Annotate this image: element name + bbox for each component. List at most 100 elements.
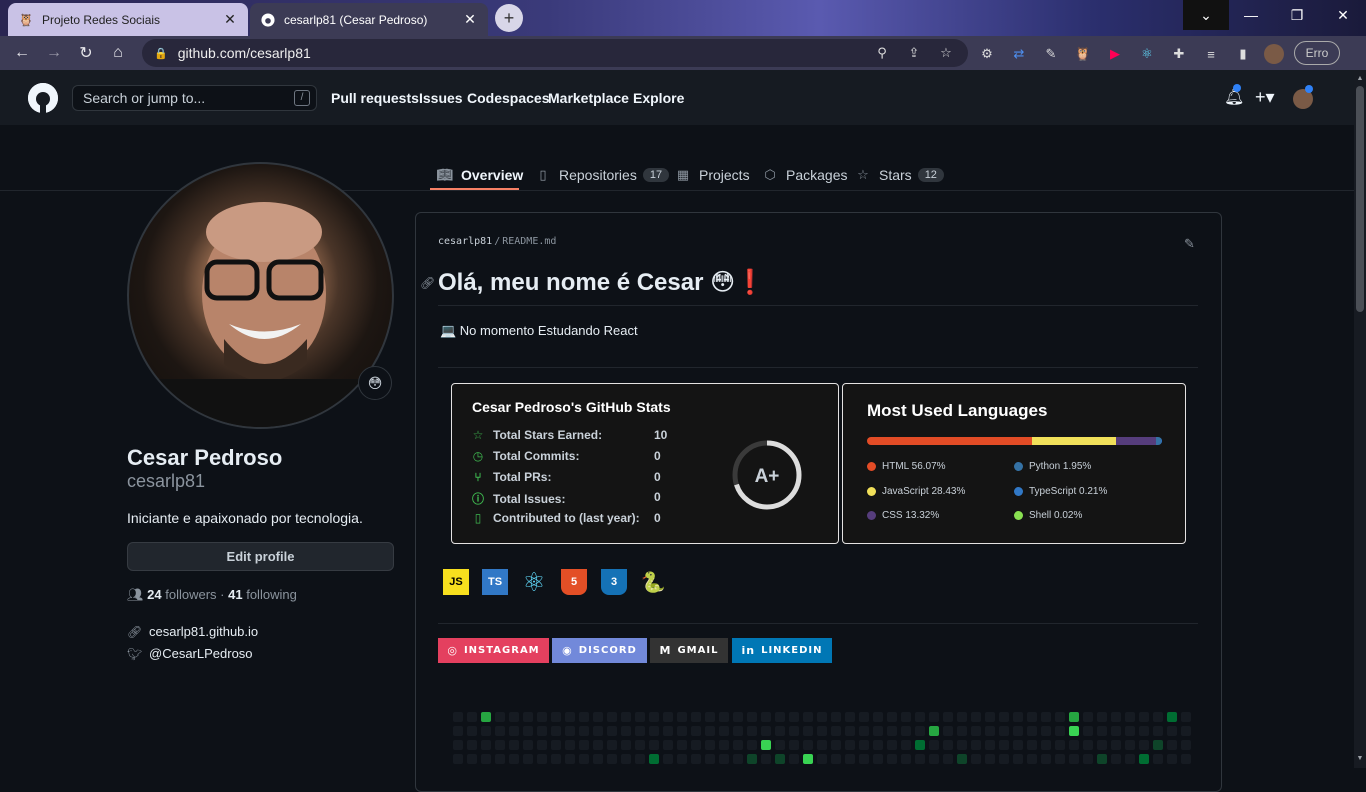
contribution-cell[interactable] [1013, 726, 1023, 736]
contribution-cell[interactable] [719, 754, 729, 764]
contribution-cell[interactable] [985, 712, 995, 722]
contribution-cell[interactable] [803, 712, 813, 722]
contribution-cell[interactable] [565, 754, 575, 764]
contribution-cell[interactable] [621, 712, 631, 722]
contribution-cell[interactable] [775, 726, 785, 736]
contribution-cell[interactable] [929, 712, 939, 722]
extension-react-icon[interactable]: ⚛ [1137, 44, 1157, 64]
contribution-cell[interactable] [873, 712, 883, 722]
extension-gear-icon[interactable]: ⚙ [977, 44, 997, 64]
contribution-cell[interactable] [1083, 740, 1093, 750]
contribution-cell[interactable] [831, 754, 841, 764]
contribution-cell[interactable] [453, 740, 463, 750]
contribution-cell[interactable] [1097, 754, 1107, 764]
contribution-cell[interactable] [593, 754, 603, 764]
contribution-cell[interactable] [1139, 740, 1149, 750]
contribution-cell[interactable] [985, 726, 995, 736]
contribution-cell[interactable] [495, 754, 505, 764]
contribution-cell[interactable] [509, 726, 519, 736]
contribution-cell[interactable] [859, 712, 869, 722]
contribution-cell[interactable] [761, 726, 771, 736]
contribution-cell[interactable] [481, 726, 491, 736]
contribution-cell[interactable] [831, 726, 841, 736]
contribution-cell[interactable] [467, 740, 477, 750]
profile-avatar-icon[interactable] [1264, 44, 1284, 64]
contribution-cell[interactable] [1055, 740, 1065, 750]
browser-tab-projeto[interactable]: 🦉 Projeto Redes Sociais ✕ [8, 3, 248, 36]
contribution-cell[interactable] [691, 726, 701, 736]
contribution-cell[interactable] [565, 712, 575, 722]
contribution-cell[interactable] [985, 754, 995, 764]
back-arrow-icon[interactable]: ← [10, 41, 34, 65]
window-close-icon[interactable]: ✕ [1320, 0, 1366, 30]
contribution-cell[interactable] [551, 712, 561, 722]
contribution-cell[interactable] [621, 740, 631, 750]
contribution-cell[interactable] [579, 754, 589, 764]
browser-tab-github[interactable]: cesarlp81 (Cesar Pedroso) ✕ [250, 3, 488, 36]
twitter-link[interactable]: 🐦︎ @CesarLPedroso [127, 646, 253, 661]
contribution-cell[interactable] [1153, 754, 1163, 764]
bookmark-star-icon[interactable]: ☆ [937, 44, 955, 62]
reload-icon[interactable]: ↻ [74, 41, 98, 65]
contribution-cell[interactable] [481, 740, 491, 750]
contribution-cell[interactable] [1139, 726, 1149, 736]
contribution-cell[interactable] [453, 754, 463, 764]
minimize-icon[interactable]: — [1228, 0, 1274, 30]
contribution-cell[interactable] [845, 754, 855, 764]
contribution-cell[interactable] [663, 740, 673, 750]
contribution-cell[interactable] [467, 754, 477, 764]
contribution-cell[interactable] [593, 740, 603, 750]
contribution-cell[interactable] [537, 740, 547, 750]
contribution-cell[interactable] [565, 726, 575, 736]
contribution-cell[interactable] [845, 726, 855, 736]
contribution-cell[interactable] [901, 726, 911, 736]
address-bar[interactable]: 🔒 github.com/cesarlp81 [142, 39, 968, 67]
contribution-cell[interactable] [1111, 712, 1121, 722]
contribution-cell[interactable] [1125, 740, 1135, 750]
contribution-cell[interactable] [607, 754, 617, 764]
extension-video-icon[interactable]: ▶ [1105, 44, 1125, 64]
contribution-cell[interactable] [705, 740, 715, 750]
contribution-cell[interactable] [1027, 712, 1037, 722]
contribution-cell[interactable] [859, 726, 869, 736]
contribution-cell[interactable] [789, 740, 799, 750]
contribution-cell[interactable] [677, 712, 687, 722]
contribution-cell[interactable] [957, 712, 967, 722]
side-panel-icon[interactable]: ▮ [1233, 44, 1253, 64]
contribution-cell[interactable] [803, 754, 813, 764]
contribution-cell[interactable] [859, 740, 869, 750]
zoom-icon[interactable]: ⚲ [873, 44, 891, 62]
contribution-cell[interactable] [649, 754, 659, 764]
contribution-cell[interactable] [957, 740, 967, 750]
contribution-cell[interactable] [1167, 754, 1177, 764]
contribution-cell[interactable] [677, 726, 687, 736]
contribution-cell[interactable] [593, 726, 603, 736]
contribution-cell[interactable] [831, 712, 841, 722]
scrollbar-thumb[interactable] [1356, 86, 1364, 312]
contribution-cell[interactable] [1167, 712, 1177, 722]
contribution-cell[interactable] [943, 754, 953, 764]
contribution-cell[interactable] [999, 740, 1009, 750]
contribution-cell[interactable] [1069, 712, 1079, 722]
contribution-cell[interactable] [747, 740, 757, 750]
contribution-cell[interactable] [453, 726, 463, 736]
contribution-cell[interactable] [1125, 726, 1135, 736]
search-input[interactable]: Search or jump to... / [72, 85, 317, 111]
forward-arrow-icon[interactable]: → [42, 41, 66, 65]
contribution-cell[interactable] [943, 712, 953, 722]
contribution-cell[interactable] [1013, 740, 1023, 750]
contribution-cell[interactable] [1069, 754, 1079, 764]
contribution-cell[interactable] [467, 712, 477, 722]
instagram-badge[interactable]: ◎INSTAGRAM [438, 638, 549, 663]
extension-owl-icon[interactable]: 🦉 [1073, 44, 1093, 64]
contribution-cell[interactable] [733, 754, 743, 764]
discord-badge[interactable]: ◉DISCORD [552, 638, 647, 663]
contribution-cell[interactable] [929, 740, 939, 750]
contribution-cell[interactable] [579, 726, 589, 736]
contribution-cell[interactable] [523, 712, 533, 722]
linkedin-badge[interactable]: inLINKEDIN [732, 638, 832, 663]
contribution-cell[interactable] [929, 754, 939, 764]
contribution-cell[interactable] [1027, 740, 1037, 750]
contribution-cell[interactable] [691, 754, 701, 764]
contribution-cell[interactable] [887, 740, 897, 750]
